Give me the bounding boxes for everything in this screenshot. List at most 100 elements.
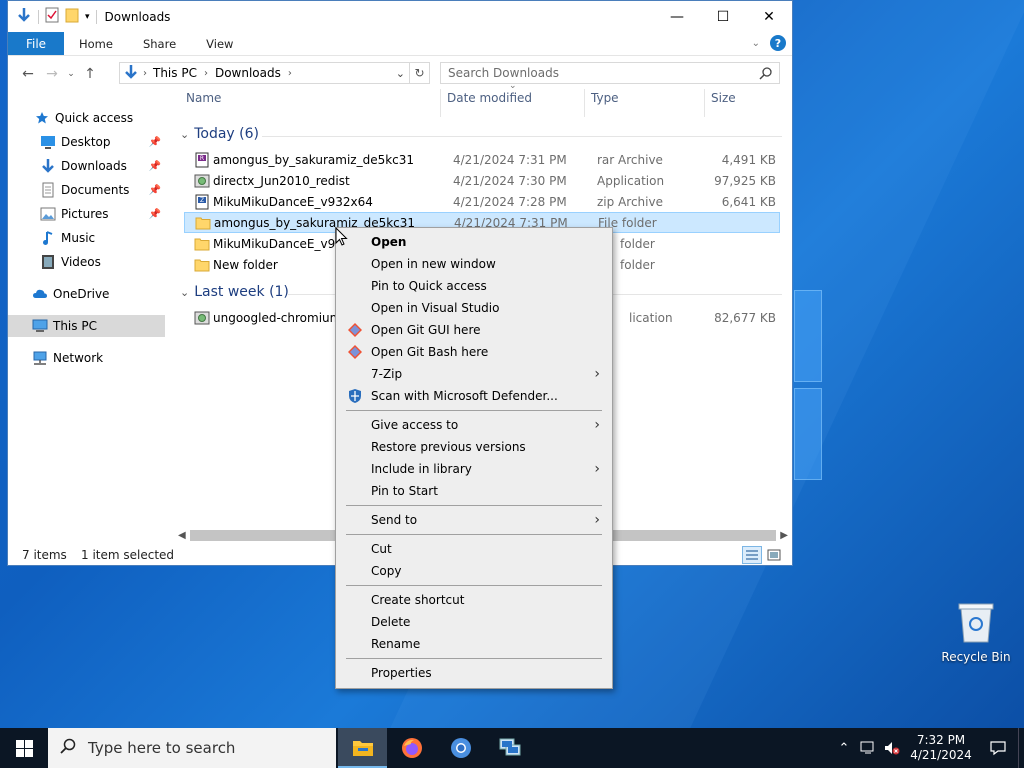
search-input[interactable]: Search Downloads — [440, 62, 780, 84]
sidebar-item-desktop[interactable]: Desktop 📌 — [40, 131, 165, 153]
menu-item-copy[interactable]: Copy — [338, 560, 610, 582]
refresh-icon[interactable]: ↻ — [409, 63, 429, 83]
menu-item-create-shortcut[interactable]: Create shortcut — [338, 589, 610, 611]
new-folder-icon[interactable] — [65, 7, 79, 26]
breadcrumb-chevron-icon[interactable]: › — [288, 68, 292, 79]
sidebar-item-music[interactable]: Music — [40, 227, 165, 249]
chevron-up-icon[interactable]: ⌃ — [832, 741, 856, 756]
menu-item-open[interactable]: Open — [338, 231, 610, 253]
sidebar-item-videos[interactable]: Videos — [40, 251, 165, 273]
column-header-date[interactable]: Date modified — [447, 91, 532, 105]
show-desktop-button[interactable] — [1018, 728, 1024, 768]
breadcrumb-chevron-icon[interactable]: › — [204, 68, 208, 79]
sidebar-item-network[interactable]: Network — [32, 347, 165, 369]
desktop-icon — [40, 134, 56, 150]
menu-item-pin-quick-access[interactable]: Pin to Quick access — [338, 275, 610, 297]
menu-separator — [346, 658, 602, 659]
file-type: folder — [620, 257, 655, 272]
menu-item-open-git-gui[interactable]: Open Git GUI here — [338, 319, 610, 341]
tab-file[interactable]: File — [8, 32, 64, 55]
menu-item-scan-defender[interactable]: Scan with Microsoft Defender... — [338, 385, 610, 407]
breadcrumb-downloads[interactable]: Downloads — [215, 66, 281, 80]
taskbar-chromium[interactable] — [436, 728, 485, 768]
column-divider[interactable] — [440, 89, 441, 117]
pin-icon[interactable]: 📌 — [149, 137, 161, 148]
group-header-today[interactable]: ⌄ Today (6) — [180, 126, 259, 142]
minimize-button[interactable]: — — [654, 1, 700, 32]
menu-item-open-new-window[interactable]: Open in new window — [338, 253, 610, 275]
sidebar-item-onedrive[interactable]: OneDrive — [32, 283, 165, 305]
column-divider[interactable] — [704, 89, 705, 117]
menu-item-give-access[interactable]: Give access to › — [338, 414, 610, 436]
menu-item-send-to[interactable]: Send to › — [338, 509, 610, 531]
group-header-last-week[interactable]: ⌄ Last week (1) — [180, 284, 289, 300]
column-header-size[interactable]: Size — [711, 91, 736, 105]
taskbar-file-explorer[interactable] — [338, 728, 387, 768]
chevron-down-icon[interactable]: ▾ — [85, 12, 90, 22]
sidebar-item-quick-access[interactable]: Quick access — [34, 107, 191, 129]
recycle-bin-shortcut[interactable]: Recycle Bin — [940, 600, 1012, 664]
menu-item-cut[interactable]: Cut — [338, 538, 610, 560]
details-view-icon[interactable] — [742, 546, 762, 564]
menu-item-7zip[interactable]: 7-Zip › — [338, 363, 610, 385]
menu-item-rename[interactable]: Rename — [338, 633, 610, 655]
sidebar-item-this-pc[interactable]: This PC — [8, 315, 165, 337]
scroll-right-icon[interactable]: ▶ — [780, 530, 788, 541]
close-button[interactable]: ✕ — [746, 1, 792, 32]
tab-home[interactable]: Home — [64, 32, 128, 55]
recycle-bin-label: Recycle Bin — [941, 650, 1011, 664]
search-icon[interactable] — [759, 66, 773, 83]
tab-share[interactable]: Share — [128, 32, 191, 55]
address-bar[interactable]: › This PC › Downloads › ⌄ ↻ — [119, 62, 430, 84]
volume-muted-icon[interactable] — [880, 741, 904, 755]
sidebar-item-pictures[interactable]: Pictures 📌 — [40, 203, 165, 225]
taskbar-search-box[interactable]: Type here to search — [48, 728, 336, 768]
menu-item-restore-versions[interactable]: Restore previous versions — [338, 436, 610, 458]
sidebar-item-label: Downloads — [61, 159, 127, 173]
document-icon — [40, 182, 56, 198]
recent-locations-button[interactable]: ⌄ — [64, 62, 78, 86]
column-header-name[interactable]: Name — [186, 91, 221, 105]
breadcrumb-this-pc[interactable]: This PC — [153, 66, 197, 80]
menu-item-properties[interactable]: Properties — [338, 662, 610, 684]
sidebar-item-downloads[interactable]: Downloads 📌 — [40, 155, 165, 177]
up-button[interactable]: ↑ — [78, 62, 102, 86]
taskbar-network-tool[interactable] — [485, 728, 534, 768]
menu-item-open-git-bash[interactable]: Open Git Bash here — [338, 341, 610, 363]
taskbar-firefox[interactable] — [387, 728, 436, 768]
context-menu: Open Open in new window Pin to Quick acc… — [335, 227, 613, 689]
sidebar-item-documents[interactable]: Documents 📌 — [40, 179, 165, 201]
chevron-down-icon[interactable]: ⌄ — [180, 286, 189, 299]
back-button[interactable]: ← — [16, 62, 40, 86]
forward-button[interactable]: → — [40, 62, 64, 86]
table-row[interactable]: R amongus_by_sakuramiz_de5kc31 4/21/2024… — [184, 149, 780, 170]
menu-item-pin-start[interactable]: Pin to Start — [338, 480, 610, 502]
start-button[interactable] — [0, 728, 48, 768]
table-row[interactable]: Z MikuMikuDanceE_v932x64 4/21/2024 7:28 … — [184, 191, 780, 212]
menu-item-delete[interactable]: Delete — [338, 611, 610, 633]
menu-item-open-visual-studio[interactable]: Open in Visual Studio — [338, 297, 610, 319]
help-icon[interactable]: ? — [770, 35, 786, 51]
expand-ribbon-icon[interactable]: ⌄ — [752, 38, 760, 49]
column-header-type[interactable]: Type — [591, 91, 619, 105]
down-arrow-icon[interactable] — [16, 7, 32, 26]
network-status-icon[interactable] — [856, 741, 880, 755]
pictures-icon — [40, 206, 56, 222]
chevron-down-icon[interactable]: ⌄ — [180, 128, 189, 141]
address-dropdown-icon[interactable]: ⌄ — [396, 67, 405, 80]
scroll-left-icon[interactable]: ◀ — [178, 530, 186, 541]
column-divider[interactable] — [584, 89, 585, 117]
pin-icon[interactable]: 📌 — [149, 161, 161, 172]
maximize-button[interactable]: ☐ — [700, 1, 746, 32]
tab-view[interactable]: View — [191, 32, 248, 55]
menu-item-include-library[interactable]: Include in library › — [338, 458, 610, 480]
notification-icon[interactable] — [978, 740, 1018, 756]
table-row[interactable]: directx_Jun2010_redist 4/21/2024 7:30 PM… — [184, 170, 780, 191]
pin-icon[interactable]: 📌 — [149, 209, 161, 220]
large-icons-view-icon[interactable] — [764, 546, 784, 564]
pin-icon[interactable]: 📌 — [149, 185, 161, 196]
breadcrumb-chevron-icon[interactable]: › — [143, 68, 147, 79]
properties-icon[interactable] — [45, 7, 59, 26]
ribbon-right-controls: ⌄ ? — [752, 35, 786, 51]
taskbar-clock[interactable]: 7:32 PM 4/21/2024 — [904, 733, 978, 763]
